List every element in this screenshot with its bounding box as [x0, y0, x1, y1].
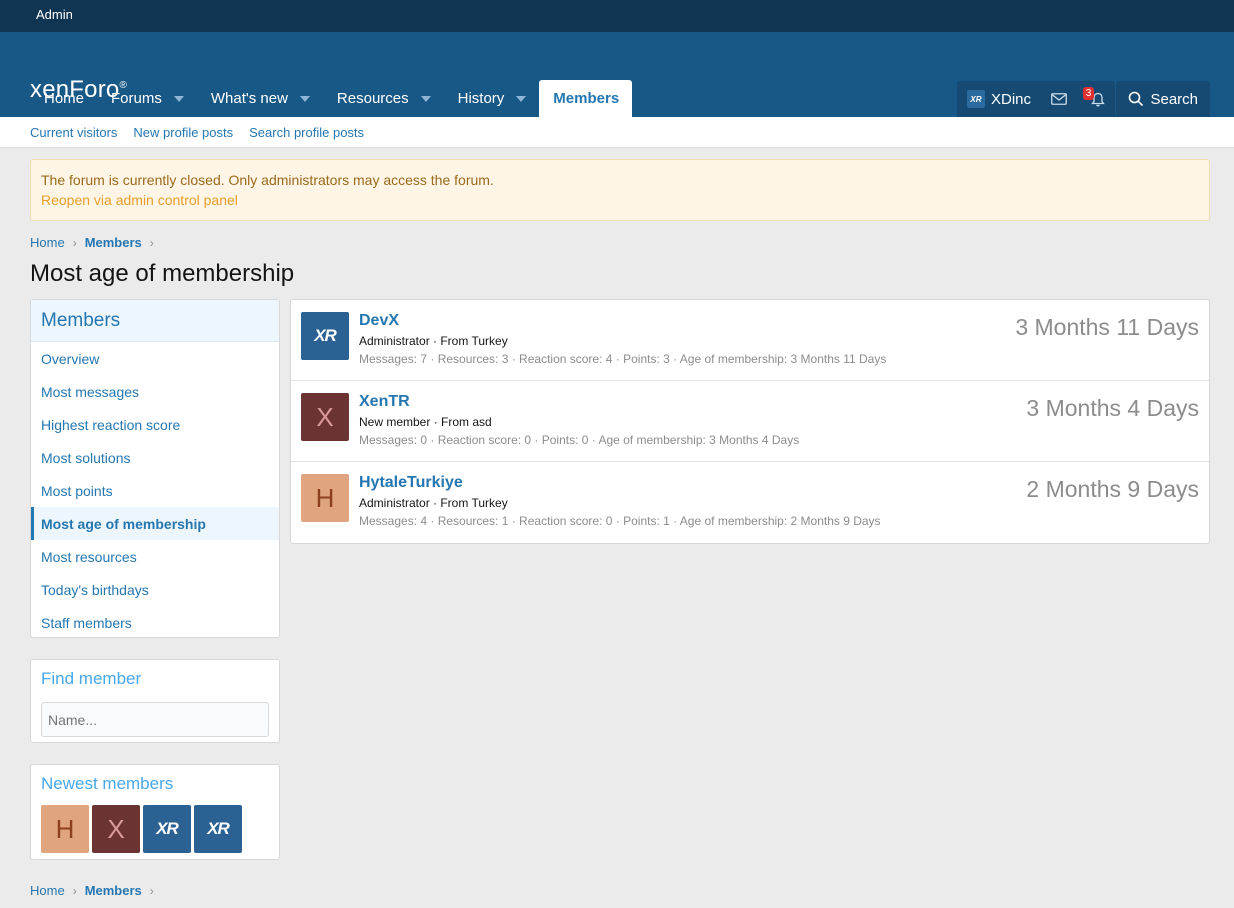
- breadcrumb-bottom: Home › Members ›: [30, 883, 162, 898]
- search-label: Search: [1150, 90, 1198, 108]
- member-stats: Messages: 4 · Resources: 1 · Reaction sc…: [359, 514, 881, 528]
- newest-members-block: Newest members H X XR XR: [30, 764, 280, 860]
- member-info: New member · From asd: [359, 415, 492, 429]
- forum-closed-notice: The forum is currently closed. Only admi…: [30, 159, 1210, 221]
- caret-down-icon[interactable]: [516, 95, 527, 102]
- reopen-link[interactable]: Reopen via admin control panel: [41, 192, 238, 208]
- alerts-button[interactable]: 3: [1077, 81, 1115, 117]
- newest-members-title: Newest members: [41, 774, 174, 793]
- member-info: Administrator · From Turkey: [359, 496, 508, 510]
- user-avatar: XR: [966, 90, 985, 108]
- menu-item-todays-birthdays[interactable]: Today's birthdays: [31, 573, 279, 606]
- member-name-link[interactable]: XenTR: [359, 393, 410, 411]
- chevron-right-icon: ›: [149, 235, 154, 250]
- menu-item-overview[interactable]: Overview: [31, 342, 279, 375]
- chevron-right-icon: ›: [72, 235, 77, 250]
- avatar[interactable]: H: [301, 474, 349, 522]
- subnav-search-profile-posts[interactable]: Search profile posts: [241, 125, 372, 140]
- breadcrumb-members[interactable]: Members: [85, 235, 142, 250]
- nav-tab-label: Members: [553, 90, 620, 107]
- nav-tab-label: Home: [44, 90, 85, 107]
- caret-down-icon[interactable]: [299, 95, 310, 102]
- nav-tab-label: Resources: [336, 90, 409, 107]
- find-member-title: Find member: [41, 669, 142, 688]
- breadcrumb-members[interactable]: Members: [85, 883, 142, 898]
- nav-tab-label: History: [457, 90, 505, 107]
- menu-item-most-resources[interactable]: Most resources: [31, 540, 279, 573]
- member-age-value: 2 Months 9 Days: [1026, 476, 1199, 502]
- list-item: H HytaleTurkiye Administrator · From Tur…: [291, 462, 1209, 543]
- members-menu-block: Members Overview Most messages Highest r…: [30, 299, 280, 638]
- nav-tab-history[interactable]: History: [444, 80, 540, 117]
- newest-members-avatars: H X XR XR: [41, 805, 242, 853]
- find-member-input[interactable]: [41, 702, 269, 737]
- admin-link[interactable]: Admin: [36, 7, 73, 22]
- user-area: XR XDinc 3: [956, 81, 1115, 117]
- list-item: XR DevX Administrator · From Turkey Mess…: [291, 300, 1209, 381]
- breadcrumb: Home › Members ›: [30, 235, 162, 250]
- members-menu-title: Members: [31, 300, 279, 342]
- search-button[interactable]: Search: [1116, 81, 1210, 117]
- member-age-value: 3 Months 4 Days: [1026, 395, 1199, 421]
- menu-item-most-solutions[interactable]: Most solutions: [31, 441, 279, 474]
- nav-tab-members[interactable]: Members: [539, 80, 633, 117]
- avatar[interactable]: H: [41, 805, 89, 853]
- menu-item-staff-members[interactable]: Staff members: [31, 606, 279, 639]
- member-info: Administrator · From Turkey: [359, 334, 508, 348]
- avatar[interactable]: X: [301, 393, 349, 441]
- username: XDinc: [990, 90, 1031, 108]
- caret-down-icon[interactable]: [420, 95, 431, 102]
- member-list: XR DevX Administrator · From Turkey Mess…: [290, 299, 1210, 544]
- inbox-button[interactable]: [1041, 81, 1077, 117]
- nav-tab-whats-new[interactable]: What's new: [197, 80, 323, 117]
- subnav-new-profile-posts[interactable]: New profile posts: [125, 125, 241, 140]
- nav-tab-label: What's new: [210, 90, 288, 107]
- alerts-badge: 3: [1083, 87, 1094, 100]
- chevron-right-icon: ›: [72, 883, 77, 898]
- avatar[interactable]: XR: [301, 312, 349, 360]
- envelope-icon: [1051, 93, 1067, 105]
- page-title: Most age of membership: [30, 260, 295, 287]
- menu-item-most-messages[interactable]: Most messages: [31, 375, 279, 408]
- main-nav: Home Forums What's new Resources History…: [30, 80, 633, 117]
- nav-tab-home[interactable]: Home: [30, 80, 97, 117]
- menu-item-most-age-of-membership[interactable]: Most age of membership: [31, 507, 279, 540]
- subnav-current-visitors[interactable]: Current visitors: [22, 125, 125, 140]
- find-member-block: Find member: [30, 659, 280, 743]
- avatar[interactable]: XR: [194, 805, 242, 853]
- menu-item-highest-reaction-score[interactable]: Highest reaction score: [31, 408, 279, 441]
- avatar[interactable]: XR: [143, 805, 191, 853]
- member-age-value: 3 Months 11 Days: [1015, 314, 1199, 340]
- caret-down-icon[interactable]: [173, 95, 184, 102]
- account-button[interactable]: XR XDinc: [957, 81, 1041, 117]
- member-name-link[interactable]: HytaleTurkiye: [359, 474, 463, 492]
- member-name-link[interactable]: DevX: [359, 312, 399, 330]
- avatar[interactable]: X: [92, 805, 140, 853]
- breadcrumb-home[interactable]: Home: [30, 883, 65, 898]
- nav-tab-label: Forums: [111, 90, 162, 107]
- nav-tab-resources[interactable]: Resources: [323, 80, 444, 117]
- breadcrumb-home[interactable]: Home: [30, 235, 65, 250]
- nav-tab-forums[interactable]: Forums: [97, 80, 197, 117]
- admin-bar: Admin: [0, 0, 1234, 32]
- notice-text: The forum is currently closed. Only admi…: [41, 172, 494, 188]
- search-icon: [1129, 91, 1144, 107]
- member-stats: Messages: 7 · Resources: 3 · Reaction sc…: [359, 352, 887, 366]
- menu-item-most-points[interactable]: Most points: [31, 474, 279, 507]
- member-stats: Messages: 0 · Reaction score: 0 · Points…: [359, 433, 800, 447]
- chevron-right-icon: ›: [149, 883, 154, 898]
- list-item: X XenTR New member · From asd Messages: …: [291, 381, 1209, 462]
- sub-nav: Current visitors New profile posts Searc…: [0, 117, 1234, 148]
